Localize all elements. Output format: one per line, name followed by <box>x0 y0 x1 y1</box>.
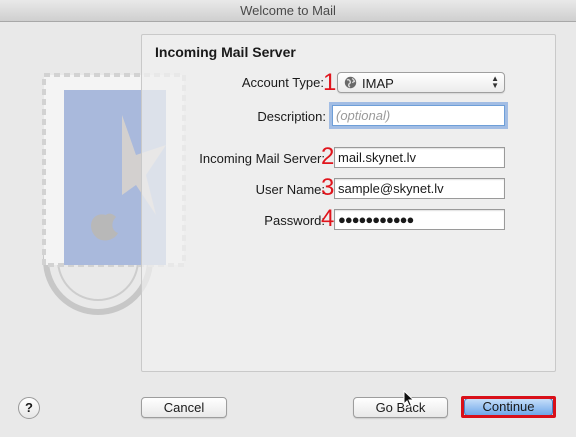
password-label: Password: <box>264 213 325 228</box>
cancel-label: Cancel <box>163 400 205 415</box>
user-name-label: User Name: <box>255 182 325 197</box>
password-field[interactable]: ●●●●●●●●●●● <box>334 209 505 230</box>
account-type-value: IMAP <box>362 76 394 91</box>
user-name-value: sample@skynet.lv <box>338 181 444 196</box>
user-name-field[interactable]: sample@skynet.lv <box>334 178 505 199</box>
go-back-label: Go Back <box>375 400 426 415</box>
description-label: Description: <box>257 109 326 124</box>
window-title-bar: Welcome to Mail <box>0 0 576 22</box>
step-marker-2: 2 <box>321 143 335 170</box>
step-marker-4: 4 <box>321 205 335 232</box>
mouse-pointer-icon <box>403 389 415 408</box>
section-title: Incoming Mail Server <box>155 44 296 60</box>
account-type-popup[interactable]: IMAP ▲ ▼ <box>337 72 505 93</box>
description-placeholder: (optional) <box>336 108 391 123</box>
help-button[interactable]: ? <box>18 397 40 419</box>
go-back-button[interactable]: Go Back <box>353 397 448 418</box>
help-label: ? <box>25 400 33 415</box>
incoming-server-field[interactable]: mail.skynet.lv <box>334 147 505 168</box>
updown-arrows-icon: ▲ ▼ <box>491 74 499 90</box>
description-field[interactable]: (optional) <box>332 105 505 126</box>
globe-icon <box>344 76 357 89</box>
account-type-label: Account Type: <box>241 75 324 90</box>
incoming-server-value: mail.skynet.lv <box>338 150 417 165</box>
continue-highlight-frame <box>461 396 556 418</box>
incoming-server-label: Incoming Mail Server: <box>199 151 325 166</box>
step-marker-1: 1 <box>323 69 337 96</box>
window-title: Welcome to Mail <box>240 3 336 18</box>
step-marker-3: 3 <box>321 174 335 201</box>
password-value: ●●●●●●●●●●● <box>338 212 414 227</box>
cancel-button[interactable]: Cancel <box>141 397 227 418</box>
